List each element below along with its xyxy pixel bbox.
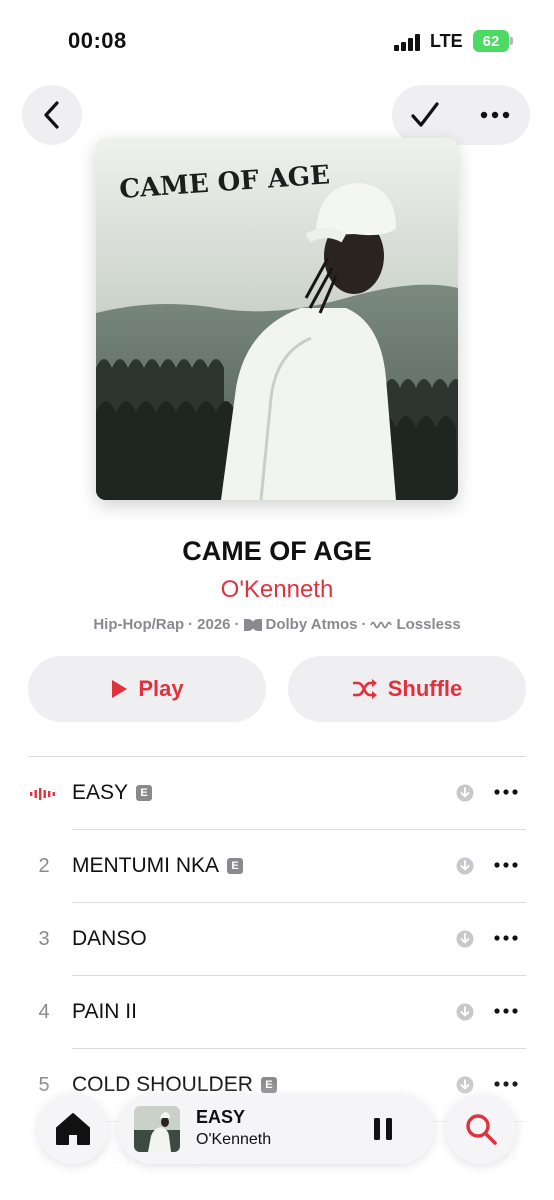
play-button[interactable]: Play xyxy=(28,656,266,722)
track-row[interactable]: 3 DANSO xyxy=(0,903,554,976)
download-icon[interactable] xyxy=(456,1003,474,1021)
meta-genre: Hip-Hop/Rap xyxy=(93,616,185,633)
explicit-badge: E xyxy=(136,785,153,801)
download-icon[interactable] xyxy=(456,784,474,802)
battery-icon: 62 xyxy=(473,30,509,52)
track-title: DANSO xyxy=(72,927,147,951)
status-bar: 00:08 LTE 62 xyxy=(0,0,554,82)
album-title: CAME OF AGE xyxy=(182,536,372,566)
shuffle-button[interactable]: Shuffle xyxy=(288,656,526,722)
search-icon xyxy=(466,1114,497,1145)
now-playing-title: EASY xyxy=(196,1107,246,1127)
shuffle-label: Shuffle xyxy=(387,676,463,701)
now-playing-artist: O'Kenneth xyxy=(196,1131,272,1148)
album-artist[interactable]: O'Kenneth xyxy=(0,576,554,604)
signal-icon xyxy=(394,33,422,51)
artwork-image: CAME OF AGE xyxy=(96,138,458,500)
track-row[interactable]: EASY E xyxy=(0,757,554,830)
shuffle-icon xyxy=(352,679,377,699)
battery-tip xyxy=(510,37,513,45)
track-title: EASY E xyxy=(72,781,153,805)
more-icon[interactable] xyxy=(494,1008,518,1014)
meta-year: 2026 xyxy=(197,616,231,633)
track-number: 3 xyxy=(38,928,50,950)
track-title-text: PAIN II xyxy=(72,1000,137,1023)
track-title-text: EASY xyxy=(72,781,129,804)
more-icon[interactable] xyxy=(494,862,518,868)
lossless-icon xyxy=(370,621,393,628)
home-icon xyxy=(56,1113,90,1145)
more-icon[interactable] xyxy=(494,935,518,941)
meta-lossless: Lossless xyxy=(396,616,461,633)
pause-icon[interactable] xyxy=(370,1116,396,1142)
download-icon[interactable] xyxy=(456,857,474,875)
explicit-badge: E xyxy=(227,858,243,874)
more-icon[interactable] xyxy=(480,111,510,119)
status-time: 00:08 xyxy=(68,28,127,53)
play-label: Play xyxy=(138,676,184,701)
more-icon[interactable] xyxy=(494,789,518,795)
now-playing-wave-icon xyxy=(30,788,55,800)
checkmark-icon[interactable] xyxy=(410,101,440,129)
download-icon[interactable] xyxy=(456,930,474,948)
meta-separator: · xyxy=(234,616,240,633)
album-meta: Hip-Hop/Rap · 2026 · Dolby Atmos · Lossl… xyxy=(0,616,554,633)
search-button[interactable] xyxy=(446,1094,516,1164)
mini-player[interactable]: EASY O'Kenneth xyxy=(118,1094,434,1164)
track-title-text: MENTUMI NKA xyxy=(72,854,219,877)
meta-separator: · xyxy=(361,616,367,633)
mini-player-artwork xyxy=(134,1106,180,1152)
network-label: LTE xyxy=(430,31,463,51)
track-title: MENTUMI NKA E xyxy=(72,854,243,878)
meta-separator: · xyxy=(188,616,194,633)
play-icon xyxy=(112,680,128,698)
back-chevron-icon xyxy=(44,101,59,129)
track-row[interactable]: 2 MENTUMI NKA E xyxy=(0,830,554,903)
battery-level: 62 xyxy=(482,32,500,50)
library-actions-pill xyxy=(392,85,530,145)
track-title: PAIN II xyxy=(72,1000,137,1024)
track-title-text: DANSO xyxy=(72,927,147,950)
dolby-icon xyxy=(243,618,262,631)
meta-dolby: Dolby Atmos xyxy=(265,616,358,633)
back-button[interactable] xyxy=(22,85,82,145)
track-number: 2 xyxy=(38,855,50,877)
home-button[interactable] xyxy=(38,1094,108,1164)
track-row[interactable]: 4 PAIN II xyxy=(0,976,554,1049)
album-artwork[interactable]: CAME OF AGE xyxy=(96,138,458,500)
track-number: 4 xyxy=(38,1001,50,1023)
